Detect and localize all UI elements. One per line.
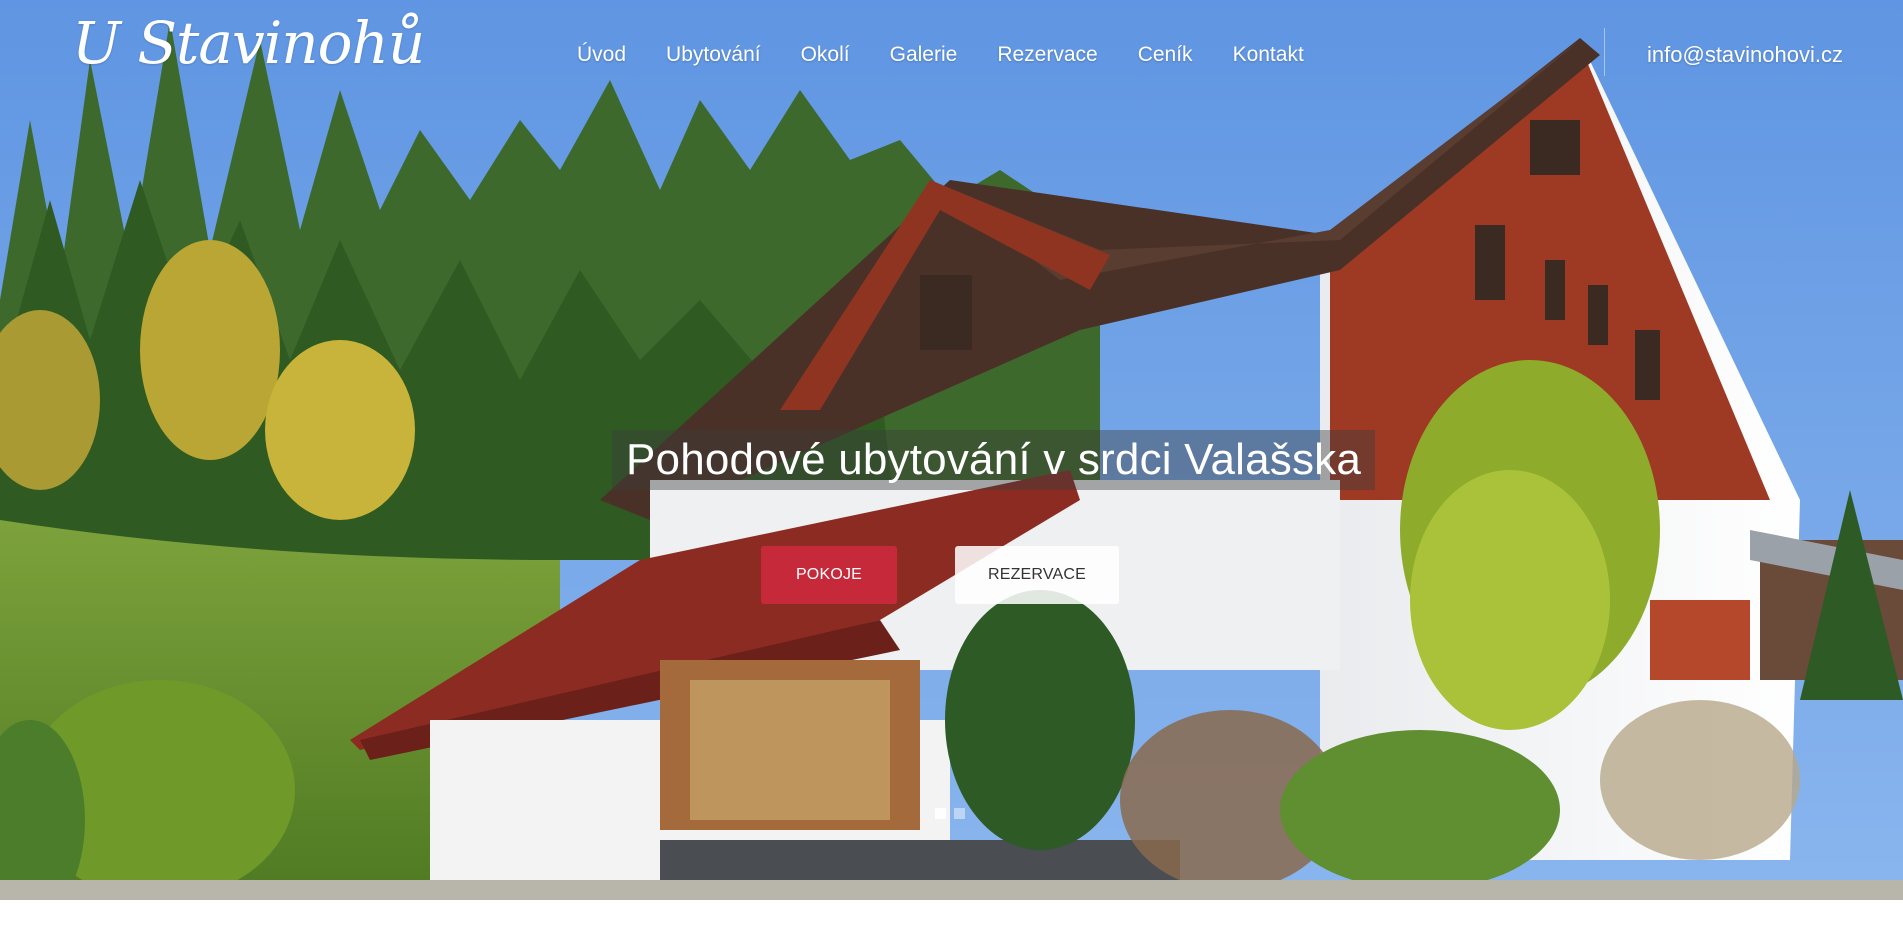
slider-pagination [935, 808, 965, 819]
email-link[interactable]: info@stavinohovi.cz [1647, 41, 1843, 69]
header-divider [1604, 28, 1605, 76]
hero-headline-box: Pohodové ubytování v srdci Valašska [612, 430, 1376, 490]
nav-item-rezervace[interactable]: Rezervace [977, 41, 1117, 69]
nav-item-uvod[interactable]: Úvod [577, 41, 646, 69]
slider-dot-2[interactable] [954, 808, 965, 819]
hero-section: U Stavinohů Úvod Ubytování Okolí Galerie… [0, 0, 1903, 900]
hero-headline: Pohodové ubytování v srdci Valašska [626, 435, 1362, 484]
slider-dot-1[interactable] [935, 808, 946, 819]
site-logo[interactable]: U Stavinohů [72, 14, 425, 72]
pokoje-button[interactable]: POKOJE [761, 546, 897, 604]
nav-item-cenik[interactable]: Ceník [1118, 41, 1213, 69]
nav-item-ubytovani[interactable]: Ubytování [646, 41, 781, 69]
rezervace-button[interactable]: REZERVACE [955, 546, 1119, 604]
nav-item-okoli[interactable]: Okolí [781, 41, 870, 69]
nav-item-kontakt[interactable]: Kontakt [1213, 41, 1324, 69]
nav-item-galerie[interactable]: Galerie [870, 41, 978, 69]
main-navigation: Úvod Ubytování Okolí Galerie Rezervace C… [577, 41, 1324, 69]
